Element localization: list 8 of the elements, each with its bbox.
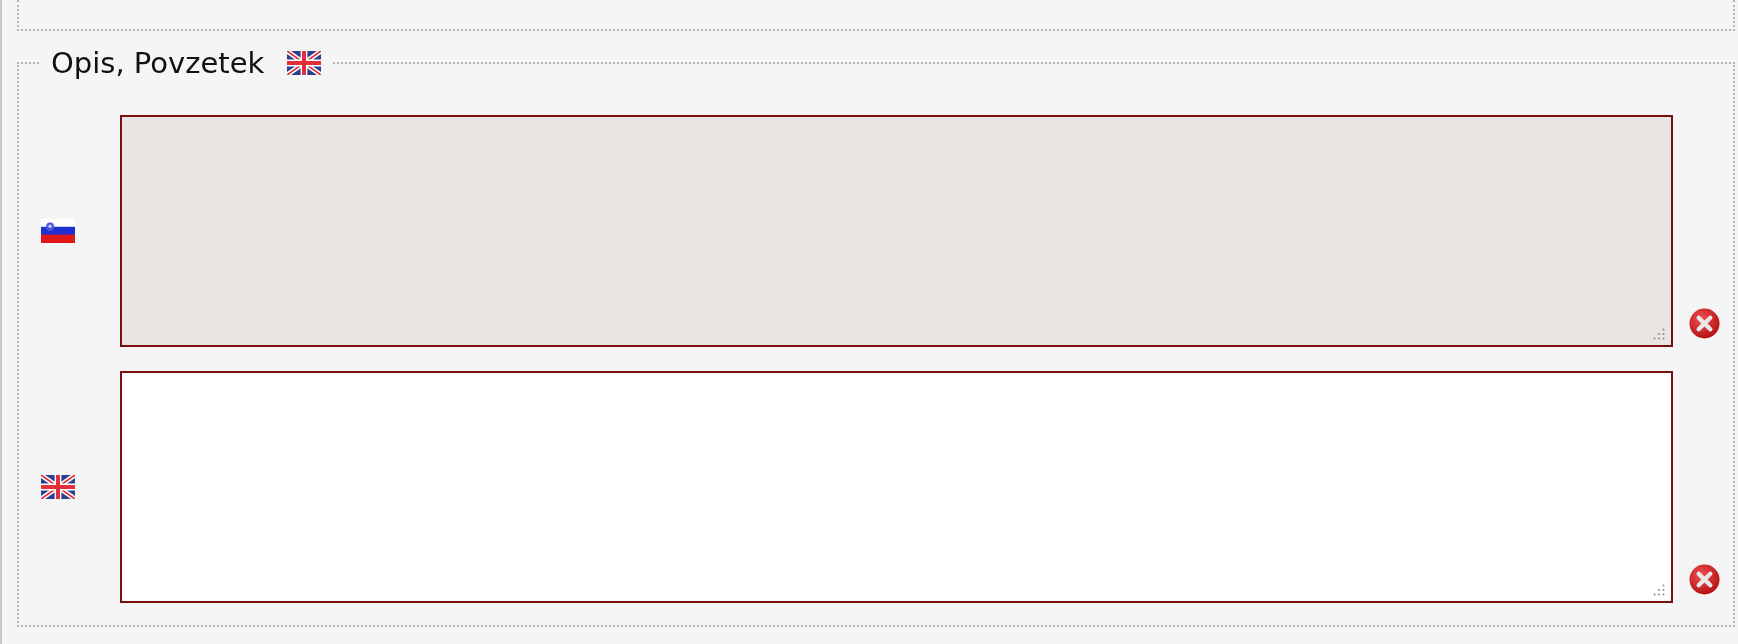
- uk-flag-icon: [287, 51, 322, 75]
- resize-grip-icon[interactable]: [1653, 584, 1665, 596]
- resize-grip-icon[interactable]: [1653, 328, 1665, 340]
- slovenia-flag-icon: [41, 219, 75, 243]
- close-icon[interactable]: [1689, 308, 1720, 339]
- section-title: Opis, Povzetek: [51, 47, 265, 79]
- close-icon[interactable]: [1689, 564, 1720, 595]
- uk-flag-icon: [41, 475, 75, 499]
